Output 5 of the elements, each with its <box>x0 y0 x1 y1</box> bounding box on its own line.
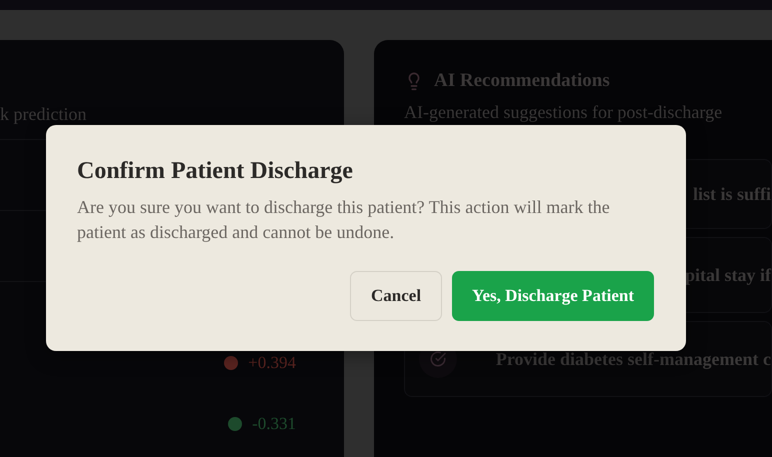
cancel-button[interactable]: Cancel <box>350 271 442 321</box>
factor-value: -0.331 <box>252 414 296 434</box>
dialog-title: Confirm Patient Discharge <box>77 158 354 185</box>
factor-value: +0.394 <box>248 352 296 373</box>
dialog-message: Are you sure you want to discharge this patient? This action will mark the patient as discharged and cannot be undone. <box>77 196 611 244</box>
